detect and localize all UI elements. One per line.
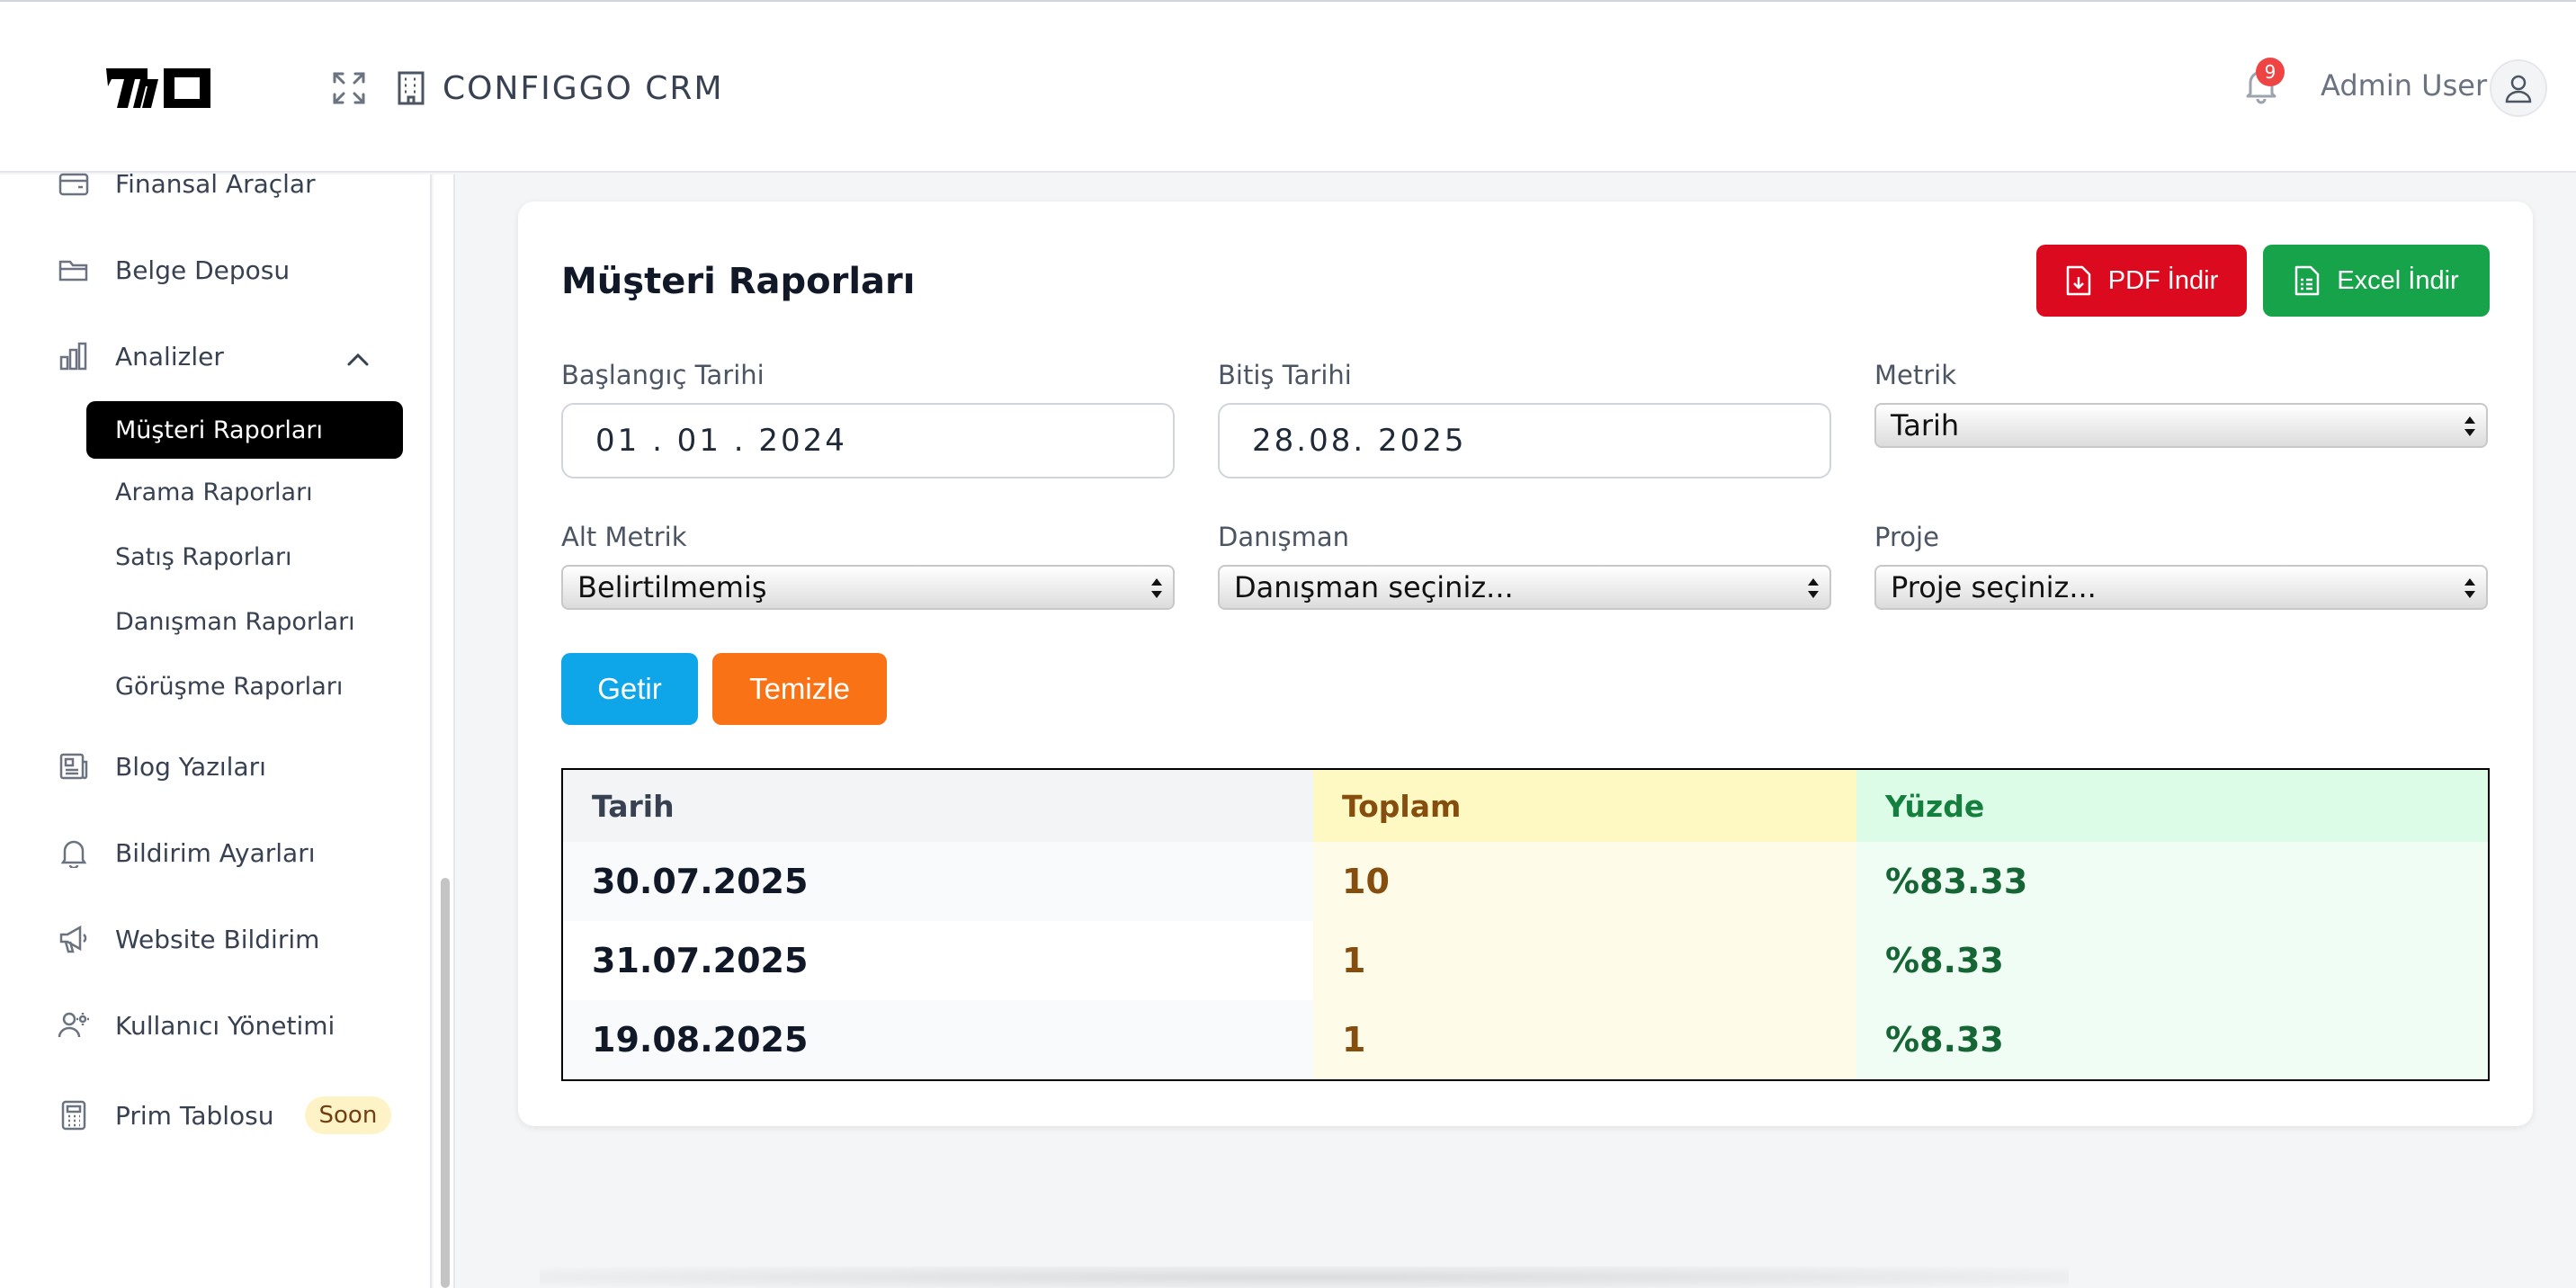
bar-chart-icon	[58, 340, 90, 372]
metric-select-value: Tarih	[1891, 408, 1960, 443]
sidebar-item-analytics[interactable]: Analizler	[58, 331, 224, 381]
file-download-icon	[2066, 265, 2090, 296]
sidebar-item-label: Website Bildirim	[115, 924, 320, 954]
chevron-up-icon[interactable]	[344, 345, 372, 374]
project-label: Proje	[1874, 522, 1939, 552]
wallet-icon	[58, 167, 90, 200]
app-logo[interactable]	[103, 63, 214, 113]
brand: CONFIGGO CRM	[396, 65, 724, 112]
table-cell-date: 30.07.2025	[563, 842, 1313, 921]
advisor-label: Danışman	[1218, 522, 1350, 552]
sidebar-item-label: Bildirim Ayarları	[115, 837, 316, 868]
table-header-percent[interactable]: Yüzde	[1856, 770, 2488, 842]
building-icon	[398, 71, 425, 105]
select-arrows-icon	[1151, 578, 1162, 598]
submetric-label: Alt Metrik	[561, 522, 687, 552]
end-date-input[interactable]: 28.08. 2025	[1218, 403, 1831, 479]
sidebar-item-label: Finansal Araçlar	[115, 168, 316, 199]
pdf-download-button[interactable]: PDF İndir	[2036, 245, 2247, 317]
fullscreen-icon[interactable]	[331, 70, 367, 106]
user-name[interactable]: Admin User	[2321, 68, 2487, 103]
sidebar-item-bonus-table[interactable]: Prim Tablosu Soon	[58, 1090, 392, 1140]
avatar[interactable]	[2490, 59, 2547, 117]
table-cell-total: 1	[1313, 921, 1856, 1000]
sidebar-item-label: Belge Deposu	[115, 255, 291, 285]
table-cell-percent: %8.33	[1856, 1000, 2488, 1079]
user-icon	[2505, 75, 2532, 103]
submetric-select-value: Belirtilmemiş	[577, 570, 767, 604]
table-cell-percent: %8.33	[1856, 921, 2488, 1000]
sidebar-item-label: Kullanıcı Yönetimi	[115, 1010, 335, 1041]
start-date-label: Başlangıç Tarihi	[561, 360, 765, 390]
top-header: CONFIGGO CRM 9 Admin User	[0, 0, 2576, 173]
table-cell-date: 31.07.2025	[563, 921, 1313, 1000]
page-title: Müşteri Raporları	[561, 261, 916, 302]
submetric-select[interactable]: Belirtilmemiş	[561, 565, 1175, 610]
sidebar-subitem-advisor-reports[interactable]: Danışman Raporları	[115, 608, 355, 636]
select-arrows-icon	[2464, 416, 2475, 436]
sidebar-item-label: Blog Yazıları	[115, 751, 266, 782]
report-card: Müşteri Raporları PDF İndir Excel İndir …	[518, 201, 2533, 1126]
notification-count-badge: 9	[2256, 58, 2285, 86]
megaphone-icon	[58, 923, 90, 955]
start-date-input[interactable]: 01 . 01 . 2024	[561, 403, 1175, 479]
bottom-shadow	[540, 1266, 2069, 1288]
advisor-select[interactable]: Danışman seçiniz...	[1218, 565, 1831, 610]
calculator-icon	[58, 1099, 90, 1131]
project-select-value: Proje seçiniz...	[1891, 570, 2097, 604]
table-header-total[interactable]: Toplam	[1313, 770, 1856, 842]
results-table: Tarih Toplam Yüzde 30.07.2025 10 %83.33 …	[561, 768, 2490, 1081]
fetch-button[interactable]: Getir	[561, 653, 698, 725]
sidebar-item-blog[interactable]: Blog Yazıları	[58, 741, 266, 792]
select-arrows-icon	[1808, 578, 1819, 598]
clear-button[interactable]: Temizle	[712, 653, 887, 725]
sidebar-item-website-notification[interactable]: Website Bildirim	[58, 914, 319, 964]
sidebar-subitem-sales-reports[interactable]: Satış Raporları	[115, 543, 292, 571]
metric-select[interactable]: Tarih	[1874, 403, 2488, 448]
spreadsheet-icon	[2295, 265, 2320, 296]
table-cell-total: 1	[1313, 1000, 1856, 1079]
sidebar-item-label: Analizler	[115, 341, 224, 371]
table-cell-percent: %83.33	[1856, 842, 2488, 921]
table-cell-date: 19.08.2025	[563, 1000, 1313, 1079]
pdf-download-label: PDF İndir	[2107, 265, 2219, 295]
brand-name: CONFIGGO CRM	[443, 69, 724, 107]
sidebar-item-finance[interactable]: Finansal Araçlar	[58, 158, 316, 209]
excel-download-label: Excel İndir	[2337, 265, 2459, 295]
sidebar-subitem-call-reports[interactable]: Arama Raporları	[115, 479, 313, 506]
table-header-date[interactable]: Tarih	[563, 770, 1313, 842]
project-select[interactable]: Proje seçiniz...	[1874, 565, 2488, 610]
table-cell-total: 10	[1313, 842, 1856, 921]
sidebar-subitem-customer-reports[interactable]: Müşteri Raporları	[86, 401, 403, 459]
advisor-select-value: Danışman seçiniz...	[1234, 570, 1514, 604]
end-date-label: Bitiş Tarihi	[1218, 360, 1352, 390]
sidebar-item-notification-settings[interactable]: Bildirim Ayarları	[58, 827, 316, 878]
newspaper-icon	[58, 750, 90, 783]
metric-label: Metrik	[1874, 360, 1957, 390]
folder-icon	[58, 254, 90, 286]
soon-badge: Soon	[304, 1096, 392, 1134]
sidebar-item-label: Prim Tablosu	[115, 1100, 274, 1131]
sidebar-item-user-management[interactable]: Kullanıcı Yönetimi	[58, 1000, 335, 1051]
bell-icon	[58, 836, 90, 869]
sidebar-subitem-meeting-reports[interactable]: Görüşme Raporları	[115, 673, 343, 701]
sidebar-item-documents[interactable]: Belge Deposu	[58, 245, 290, 295]
user-manage-icon	[58, 1009, 90, 1042]
select-arrows-icon	[2464, 578, 2475, 598]
excel-download-button[interactable]: Excel İndir	[2263, 245, 2490, 317]
sidebar-scrollbar-thumb[interactable]	[441, 878, 450, 1288]
